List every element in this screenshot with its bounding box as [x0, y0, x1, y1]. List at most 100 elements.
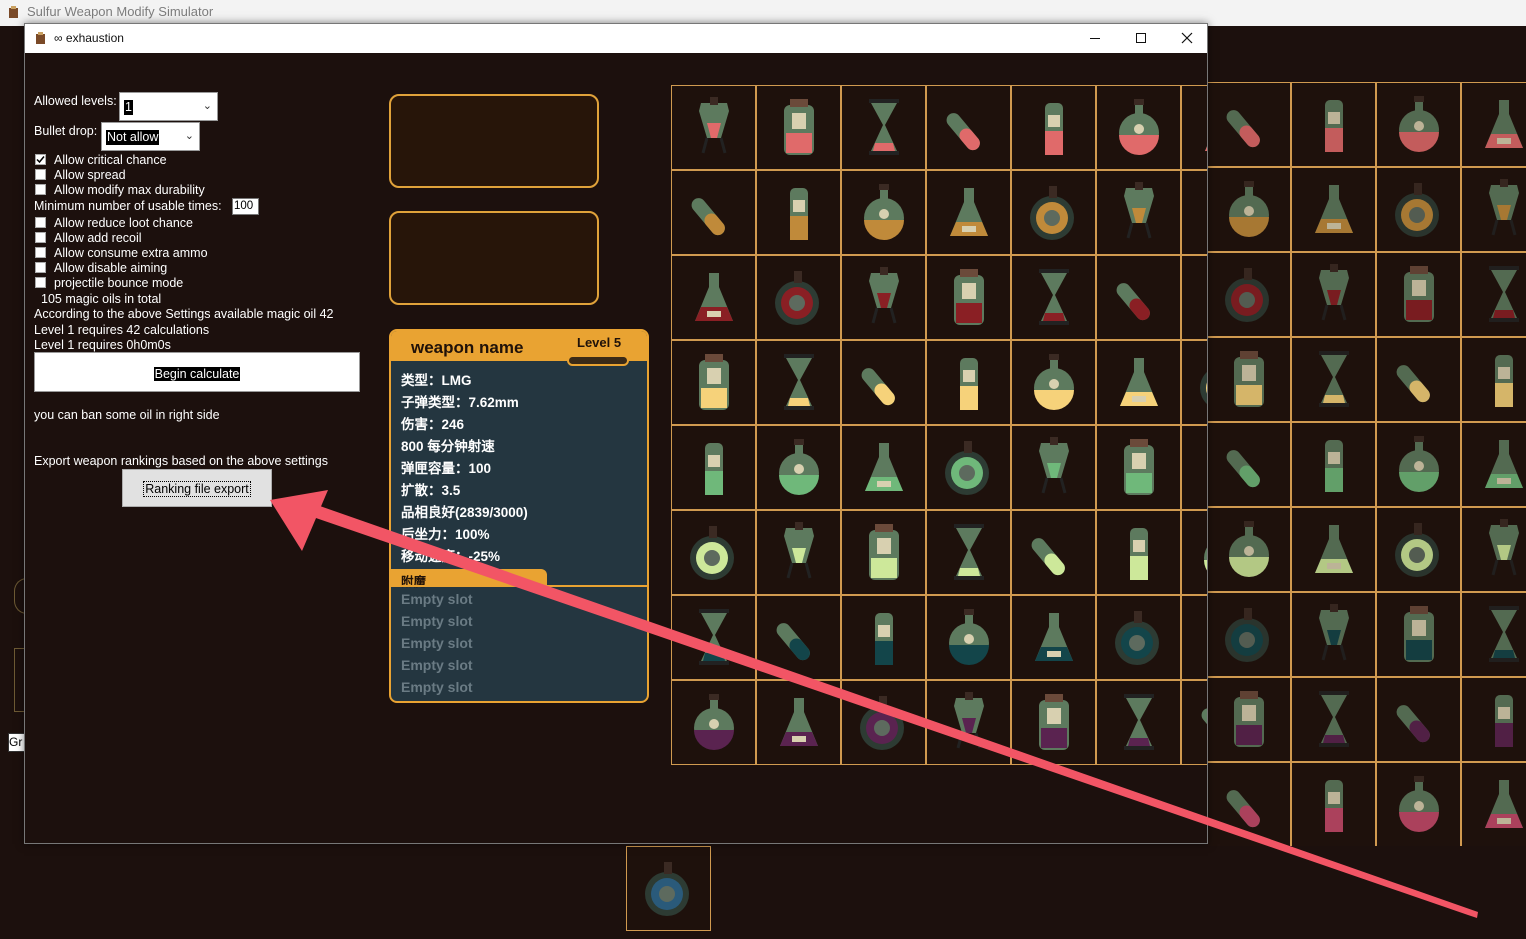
- oil-cell[interactable]: [1181, 680, 1207, 765]
- oil-cell[interactable]: [1181, 170, 1207, 255]
- checkbox[interactable]: [35, 217, 46, 228]
- bg-oil-cell[interactable]: [1461, 507, 1526, 592]
- oil-cell[interactable]: [1011, 85, 1096, 170]
- oil-cell[interactable]: [1011, 595, 1096, 680]
- oil-cell[interactable]: [1096, 255, 1181, 340]
- oil-cell[interactable]: [1011, 340, 1096, 425]
- bg-oil-cell[interactable]: [1291, 82, 1376, 167]
- checkbox[interactable]: [35, 154, 46, 165]
- minimize-button[interactable]: [1072, 24, 1118, 53]
- oil-cell[interactable]: [1096, 170, 1181, 255]
- min-uses-input[interactable]: 100: [232, 198, 259, 215]
- enchant-slot[interactable]: Empty slot: [401, 657, 473, 673]
- oil-cell[interactable]: [1011, 255, 1096, 340]
- oil-cell[interactable]: [926, 255, 1011, 340]
- oil-cell[interactable]: [841, 340, 926, 425]
- checkbox[interactable]: [35, 247, 46, 258]
- oil-cell[interactable]: [841, 680, 926, 765]
- oil-cell[interactable]: [1096, 595, 1181, 680]
- oil-cell[interactable]: [1011, 510, 1096, 595]
- bg-oil-cell[interactable]: [1208, 592, 1291, 677]
- bg-oil-cell[interactable]: [1461, 167, 1526, 252]
- oil-cell[interactable]: [1181, 595, 1207, 680]
- bg-oil-cell[interactable]: [1376, 677, 1461, 762]
- oil-cell[interactable]: [671, 170, 756, 255]
- oil-cell[interactable]: [1096, 425, 1181, 510]
- oil-cell[interactable]: [1011, 425, 1096, 510]
- begin-calculate-button[interactable]: Begin calculate: [34, 352, 360, 392]
- oil-cell[interactable]: [1011, 680, 1096, 765]
- oil-cell[interactable]: [671, 425, 756, 510]
- oil-cell[interactable]: [926, 340, 1011, 425]
- oil-cell[interactable]: [671, 595, 756, 680]
- oil-cell[interactable]: [926, 680, 1011, 765]
- allowed-levels-select[interactable]: 1 ⌄: [119, 92, 218, 121]
- bg-oil-cell[interactable]: [1208, 507, 1291, 592]
- oil-cell-bottom[interactable]: [626, 846, 711, 931]
- bg-oil-cell[interactable]: [1376, 337, 1461, 422]
- ranking-export-button[interactable]: Ranking file export: [122, 469, 272, 507]
- enchant-slot[interactable]: Empty slot: [401, 635, 473, 651]
- weapon-slot-2[interactable]: [389, 211, 599, 305]
- bg-oil-cell[interactable]: [1208, 677, 1291, 762]
- bg-oil-cell[interactable]: [1461, 82, 1526, 167]
- oil-cell[interactable]: [841, 595, 926, 680]
- oil-cell[interactable]: [756, 680, 841, 765]
- enchant-slot[interactable]: Empty slot: [401, 679, 473, 695]
- checkbox[interactable]: [35, 184, 46, 195]
- bg-oil-cell[interactable]: [1376, 422, 1461, 507]
- oil-cell[interactable]: [756, 510, 841, 595]
- oil-cell[interactable]: [1011, 170, 1096, 255]
- oil-cell[interactable]: [1096, 85, 1181, 170]
- checkbox[interactable]: [35, 232, 46, 243]
- oil-cell[interactable]: [1181, 255, 1207, 340]
- oil-cell[interactable]: [841, 170, 926, 255]
- oil-cell[interactable]: [841, 255, 926, 340]
- bg-oil-cell[interactable]: [1291, 422, 1376, 507]
- bg-oil-cell[interactable]: [1461, 677, 1526, 762]
- oil-cell[interactable]: [1181, 425, 1207, 510]
- checkbox[interactable]: [35, 169, 46, 180]
- bg-oil-cell[interactable]: [1291, 167, 1376, 252]
- bg-oil-cell[interactable]: [1461, 592, 1526, 677]
- oil-cell[interactable]: [756, 340, 841, 425]
- bg-oil-cell[interactable]: [1208, 422, 1291, 507]
- oil-cell[interactable]: [671, 85, 756, 170]
- bg-oil-cell[interactable]: [1291, 507, 1376, 592]
- oil-cell[interactable]: [926, 595, 1011, 680]
- oil-cell[interactable]: [756, 85, 841, 170]
- checkbox[interactable]: [35, 277, 46, 288]
- oil-cell[interactable]: [756, 595, 841, 680]
- bg-oil-cell[interactable]: [1376, 762, 1461, 846]
- bg-oil-cell[interactable]: [1376, 592, 1461, 677]
- oil-cell[interactable]: [926, 425, 1011, 510]
- bg-oil-cell[interactable]: [1208, 762, 1291, 846]
- oil-cell[interactable]: [671, 340, 756, 425]
- oil-cell[interactable]: [841, 510, 926, 595]
- oil-cell[interactable]: [671, 680, 756, 765]
- oil-cell[interactable]: [926, 85, 1011, 170]
- weapon-slot-1[interactable]: [389, 94, 599, 188]
- enchant-slot[interactable]: Empty slot: [401, 613, 473, 629]
- maximize-button[interactable]: [1118, 24, 1164, 53]
- oil-cell[interactable]: [756, 255, 841, 340]
- bg-oil-cell[interactable]: [1208, 167, 1291, 252]
- oil-cell[interactable]: [671, 255, 756, 340]
- enchant-slot[interactable]: Empty slot: [401, 591, 473, 607]
- oil-cell[interactable]: [1181, 85, 1207, 170]
- bg-oil-cell[interactable]: [1208, 337, 1291, 422]
- bg-oil-cell[interactable]: [1208, 82, 1291, 167]
- bg-oil-cell[interactable]: [1291, 677, 1376, 762]
- bg-oil-cell[interactable]: [1461, 762, 1526, 846]
- bg-oil-cell[interactable]: [1461, 337, 1526, 422]
- oil-cell[interactable]: [1096, 340, 1181, 425]
- bullet-drop-select[interactable]: Not allow ⌄: [101, 122, 200, 151]
- oil-cell[interactable]: [841, 425, 926, 510]
- bg-oil-cell[interactable]: [1461, 252, 1526, 337]
- oil-cell[interactable]: [1181, 340, 1207, 425]
- bg-oil-cell[interactable]: [1376, 82, 1461, 167]
- bg-oil-cell[interactable]: [1376, 252, 1461, 337]
- oil-cell[interactable]: [1096, 680, 1181, 765]
- oil-cell[interactable]: [671, 510, 756, 595]
- oil-cell[interactable]: [926, 170, 1011, 255]
